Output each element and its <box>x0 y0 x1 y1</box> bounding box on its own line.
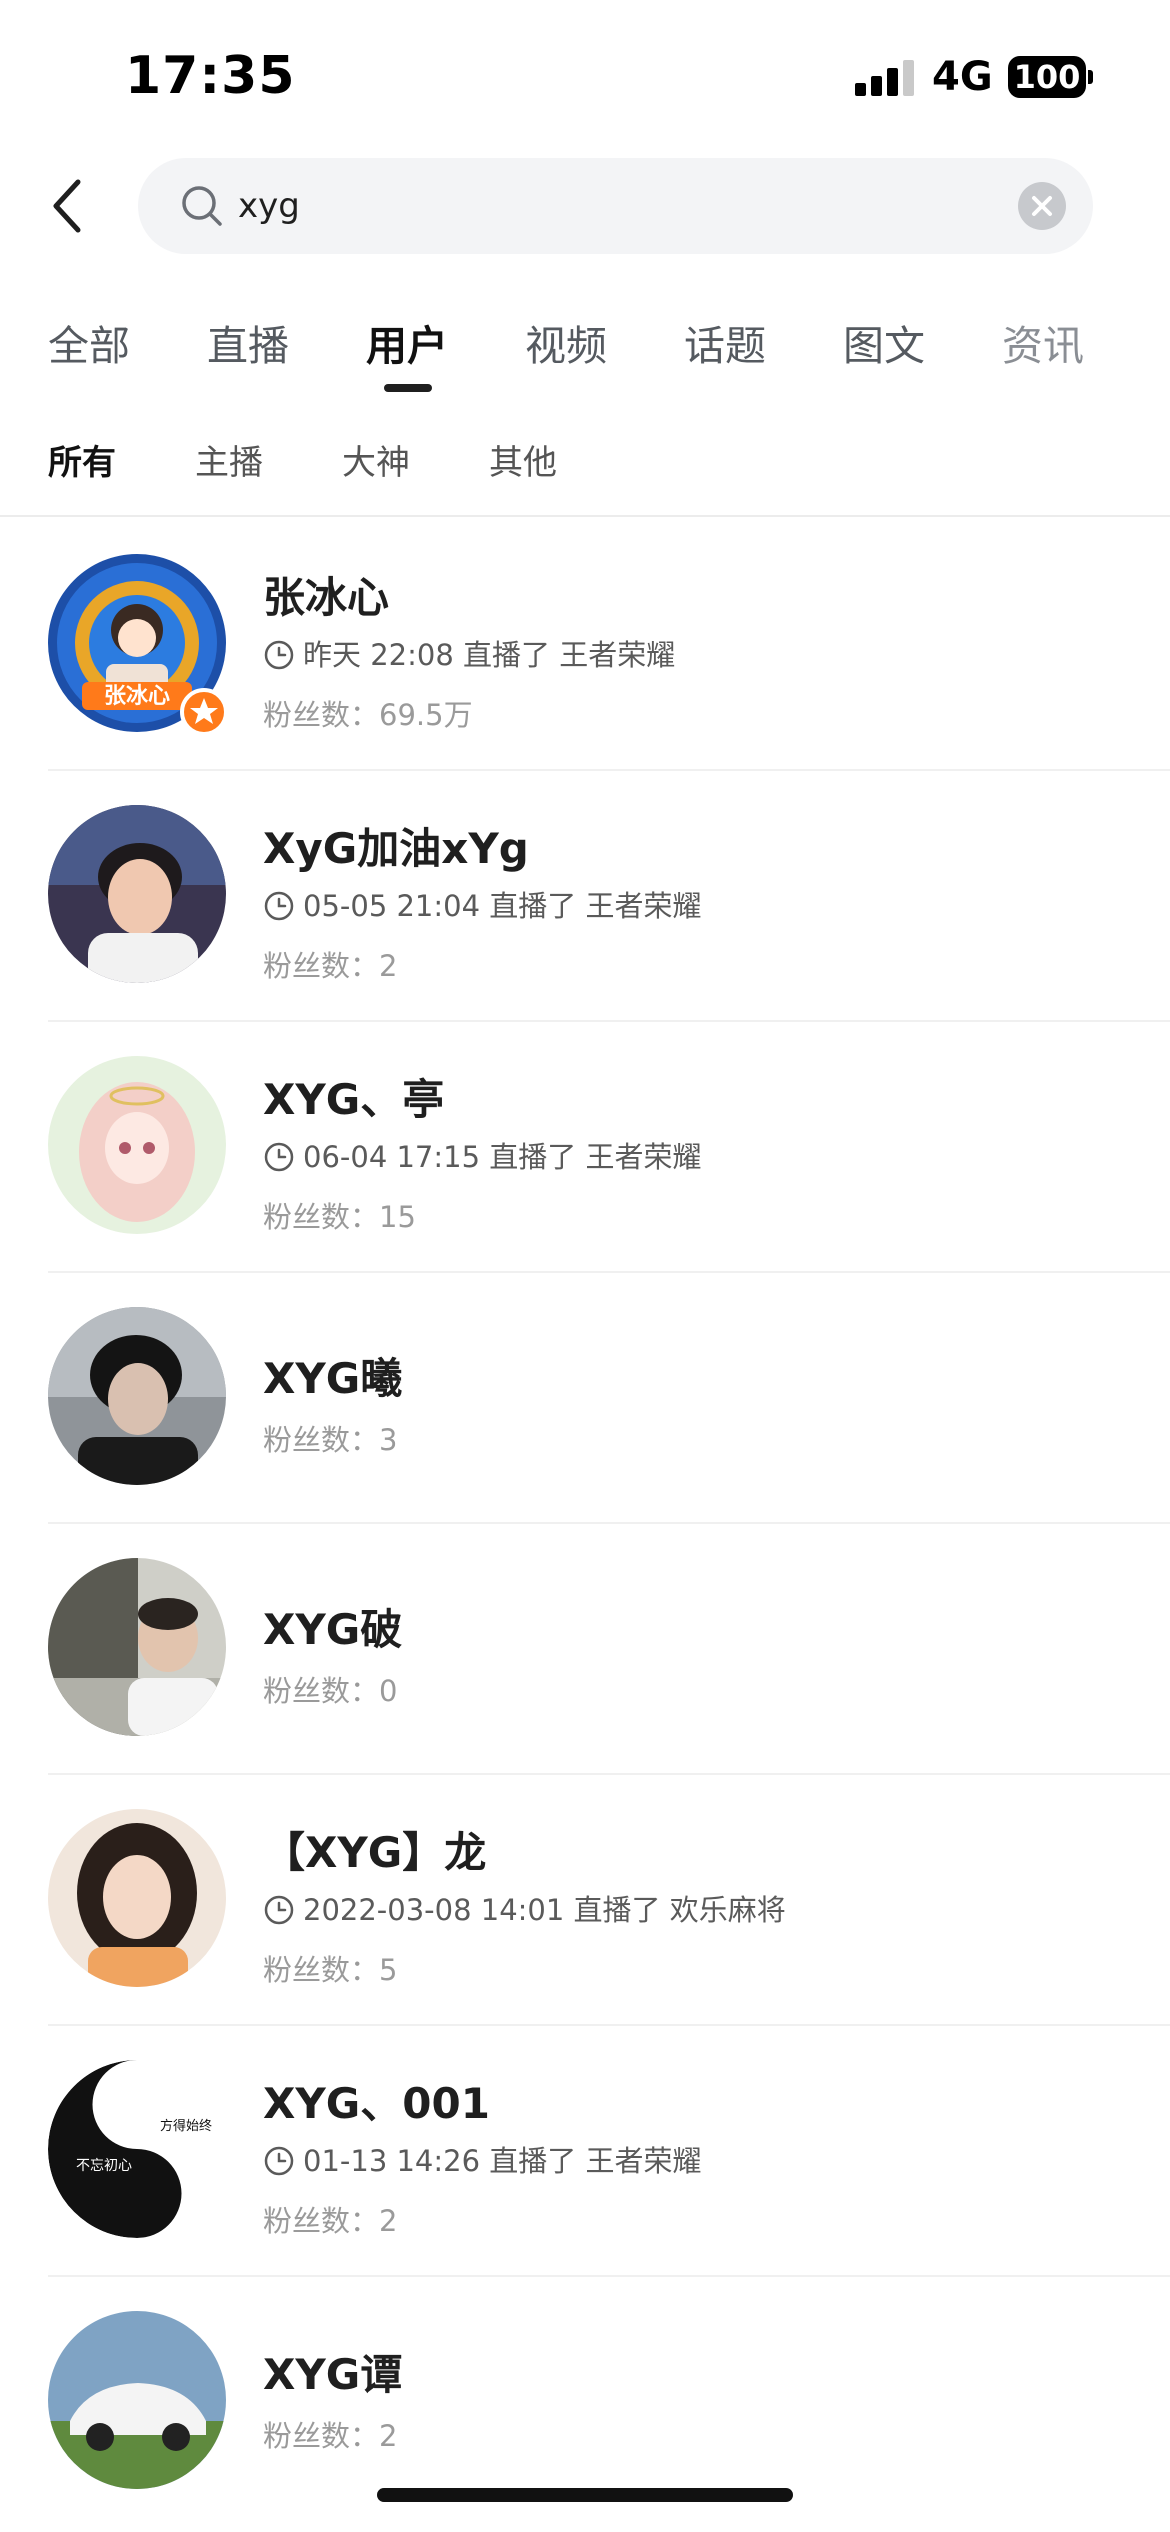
filter-other[interactable]: 其他 <box>489 435 557 484</box>
fan-count-label: 粉丝数： <box>263 949 380 983</box>
fan-count: 粉丝数：15 <box>263 1194 416 1236</box>
last-live-text: 06-04 17:15 直播了 王者荣耀 <box>303 1140 702 1174</box>
clock-icon <box>264 1142 294 1172</box>
search-icon <box>182 186 222 226</box>
fan-count-value: 69.5万 <box>379 698 473 732</box>
fan-count-label: 粉丝数： <box>263 1423 380 1457</box>
last-live-info: 05-05 21:04 直播了 王者荣耀 <box>263 883 702 925</box>
avatar-text: 张冰心 <box>104 684 170 709</box>
user-name: XYG谭 <box>263 2350 403 2399</box>
fan-count-value: 2 <box>379 2419 398 2453</box>
cellular-signal-icon <box>855 58 915 96</box>
close-icon <box>1032 196 1052 216</box>
fan-count: 粉丝数：0 <box>263 1668 397 1710</box>
status-time: 17:35 <box>125 46 296 106</box>
last-live-text: 01-13 14:26 直播了 王者荣耀 <box>303 2144 702 2178</box>
filter-all[interactable]: 所有 <box>48 435 116 484</box>
filter-expert[interactable]: 大神 <box>342 435 410 484</box>
avatar-text: 王 <box>106 2082 150 2133</box>
tab-live[interactable]: 直播 <box>207 312 289 372</box>
divider <box>0 515 1170 517</box>
fan-count-label: 粉丝数： <box>263 1200 380 1234</box>
user-name: XYG破 <box>263 1605 403 1654</box>
fan-count-label: 粉丝数： <box>263 2419 380 2453</box>
fan-count: 粉丝数：69.5万 <box>263 692 473 734</box>
user-result-row[interactable]: XyG加油xYg 05-05 21:04 直播了 王者荣耀 粉丝数：2 <box>0 771 1170 1022</box>
avatar[interactable] <box>48 2311 226 2489</box>
fan-count: 粉丝数：5 <box>263 1947 397 1989</box>
clock-icon <box>264 2146 294 2176</box>
search-results-page: 17:35 4G 100 全部 直播 用户 视频 <box>0 0 1170 2532</box>
fan-count-value: 0 <box>379 1674 398 1708</box>
last-live-info: 01-13 14:26 直播了 王者荣耀 <box>263 2138 702 2180</box>
user-name: XYG、亭 <box>263 1075 445 1124</box>
fan-count-label: 粉丝数： <box>263 1674 380 1708</box>
user-name: XyG加油xYg <box>263 824 529 873</box>
chevron-left-icon <box>53 179 81 233</box>
search-bar[interactable] <box>138 158 1093 254</box>
last-live-text: 昨天 22:08 直播了 王者荣耀 <box>303 638 676 672</box>
verified-badge <box>180 688 228 736</box>
fan-count-label: 粉丝数： <box>263 698 380 732</box>
last-live-info: 06-04 17:15 直播了 王者荣耀 <box>263 1134 702 1176</box>
category-tabs: 全部 直播 用户 视频 话题 图文 资讯 <box>0 300 1170 410</box>
home-indicator[interactable] <box>377 2488 793 2502</box>
tab-news[interactable]: 资讯 <box>1002 312 1084 372</box>
avatar[interactable]: 王 不忘初心 方得始终 <box>48 2060 226 2238</box>
user-result-row[interactable]: XYG曦 粉丝数：3 <box>0 1273 1170 1524</box>
fan-count: 粉丝数：3 <box>263 1417 397 1459</box>
fan-count-value: 5 <box>379 1953 398 1987</box>
fan-count-value: 3 <box>379 1423 398 1457</box>
user-name: XYG、001 <box>263 2079 490 2128</box>
avatar-text: 不忘初心 <box>76 2157 132 2174</box>
user-result-row[interactable]: XYG、亭 06-04 17:15 直播了 王者荣耀 粉丝数：15 <box>0 1022 1170 1273</box>
last-live-info: 2022-03-08 14:01 直播了 欢乐麻将 <box>263 1887 786 1929</box>
tab-videos[interactable]: 视频 <box>525 312 607 372</box>
user-result-row[interactable]: 王 不忘初心 方得始终 XYG、001 01-13 14:26 直播了 王者荣耀… <box>0 2026 1170 2277</box>
user-name: XYG曦 <box>263 1354 403 1403</box>
user-result-row[interactable]: 张冰心 张冰心 昨天 22:08 直播了 王者荣耀 粉丝数：69.5万 <box>0 520 1170 771</box>
last-live-info: 昨天 22:08 直播了 王者荣耀 <box>263 632 675 674</box>
user-filter-bar: 所有 主播 大神 其他 <box>0 425 1170 515</box>
user-name: 【XYG】龙 <box>263 1828 487 1877</box>
search-input[interactable] <box>238 176 938 236</box>
fan-count-value: 2 <box>379 949 398 983</box>
battery-icon: 100 <box>1008 56 1086 98</box>
user-result-list: 张冰心 张冰心 昨天 22:08 直播了 王者荣耀 粉丝数：69.5万 XyG加… <box>0 520 1170 2528</box>
last-live-text: 05-05 21:04 直播了 王者荣耀 <box>303 889 702 923</box>
user-result-row[interactable]: 【XYG】龙 2022-03-08 14:01 直播了 欢乐麻将 粉丝数：5 <box>0 1775 1170 2026</box>
fan-count-label: 粉丝数： <box>263 2204 380 2238</box>
user-name: 张冰心 <box>263 573 390 622</box>
network-type: 4G <box>932 54 993 100</box>
tab-topics[interactable]: 话题 <box>684 312 766 372</box>
battery-tip <box>1088 70 1093 84</box>
avatar-text: 方得始终 <box>160 2118 212 2134</box>
fan-count-value: 2 <box>379 2204 398 2238</box>
clock-icon <box>264 1895 294 1925</box>
star-icon <box>190 698 218 724</box>
tab-articles[interactable]: 图文 <box>843 312 925 372</box>
fan-count: 粉丝数：2 <box>263 2198 397 2240</box>
status-bar: 17:35 4G 100 <box>0 0 1170 150</box>
tab-all[interactable]: 全部 <box>48 312 130 372</box>
tab-users[interactable]: 用户 <box>366 312 448 372</box>
user-result-row[interactable]: XYG破 粉丝数：0 <box>0 1524 1170 1775</box>
clock-icon <box>264 891 294 921</box>
active-tab-indicator <box>384 384 432 392</box>
last-live-text: 2022-03-08 14:01 直播了 欢乐麻将 <box>303 1893 786 1927</box>
avatar[interactable] <box>48 805 226 983</box>
fan-count: 粉丝数：2 <box>263 2413 397 2455</box>
fan-count: 粉丝数：2 <box>263 943 397 985</box>
battery-level: 100 <box>1013 58 1081 96</box>
fan-count-value: 15 <box>379 1200 416 1234</box>
clock-icon <box>264 640 294 670</box>
back-button[interactable] <box>48 178 88 234</box>
avatar[interactable] <box>48 1558 226 1736</box>
avatar[interactable] <box>48 1809 226 1987</box>
fan-count-label: 粉丝数： <box>263 1953 380 1987</box>
avatar[interactable] <box>48 1056 226 1234</box>
avatar[interactable] <box>48 1307 226 1485</box>
clear-search-button[interactable] <box>1018 182 1066 230</box>
filter-streamer[interactable]: 主播 <box>195 435 263 484</box>
